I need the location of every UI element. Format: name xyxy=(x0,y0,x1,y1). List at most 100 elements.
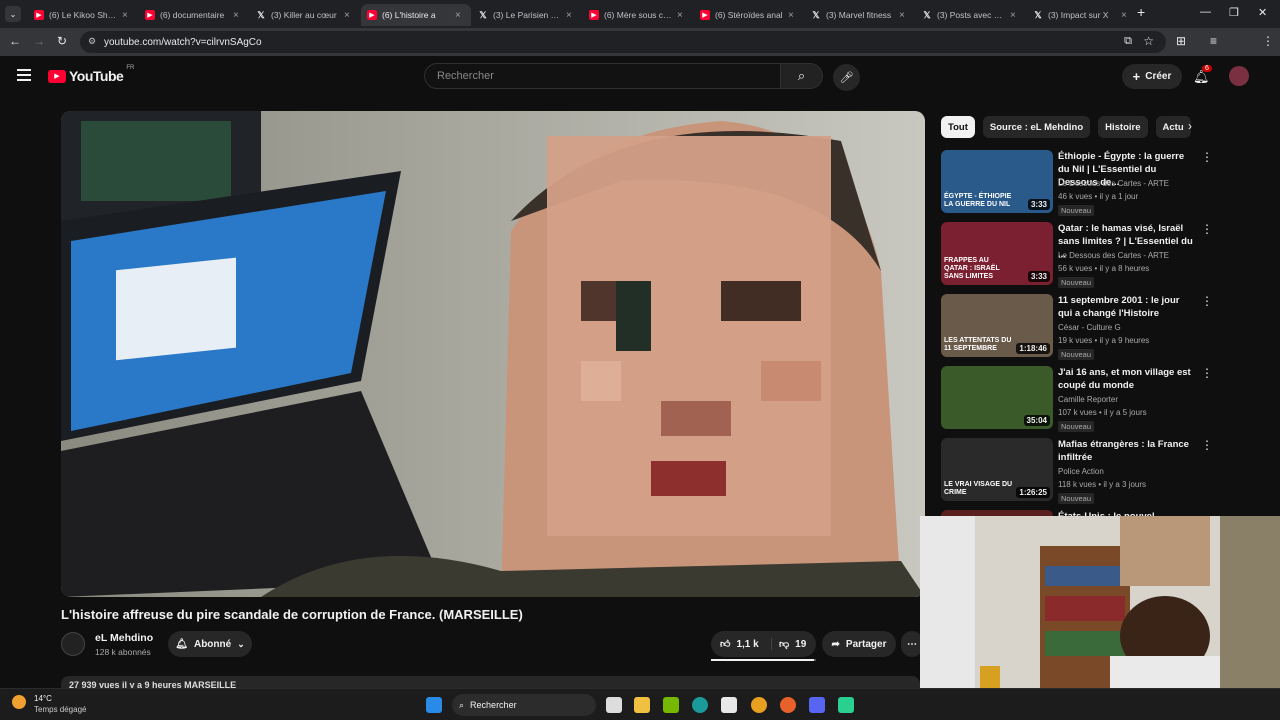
close-tab-icon[interactable]: × xyxy=(233,10,243,21)
description-preview: 27 939 vues il y a 9 heures MARSEILLE xyxy=(69,680,237,688)
browser-tab[interactable]: 𝕏 (3) Marvel fitness × xyxy=(805,4,915,26)
subscribed-button[interactable]: 🔔︎ Abonné ⌄ xyxy=(168,631,252,657)
url-text: youtube.com/watch?v=cilrvnSAgCo xyxy=(104,36,262,48)
store-icon[interactable] xyxy=(721,697,737,713)
file-explorer-icon[interactable] xyxy=(634,697,650,713)
browser-tab[interactable]: ▶ (6) L'histoire a × xyxy=(361,4,471,26)
media-control-icon[interactable]: ≡ xyxy=(1210,34,1217,48)
chrome-icon[interactable] xyxy=(751,697,767,713)
close-tab-icon[interactable]: × xyxy=(1121,10,1131,21)
youtube-logo[interactable]: ▶ YouTube FR xyxy=(48,65,134,84)
hamburger-menu-icon[interactable] xyxy=(17,69,31,81)
firefox-icon[interactable] xyxy=(780,697,796,713)
plus-icon: + xyxy=(1132,69,1141,84)
back-icon[interactable]: ← xyxy=(9,34,21,48)
close-tab-icon[interactable]: × xyxy=(455,10,465,21)
filter-chip[interactable]: Source : eL Mehdino xyxy=(982,116,1091,138)
weather-temperature[interactable]: 14°C xyxy=(34,694,52,703)
bookmark-star-icon[interactable]: ☆ xyxy=(1143,34,1154,48)
tab-search-button[interactable]: ⌄ xyxy=(5,6,21,22)
account-avatar[interactable] xyxy=(1229,66,1249,86)
browser-tab[interactable]: ▶ (6) Le Kikoo Show × xyxy=(28,4,138,26)
browser-tab[interactable]: 𝕏 (3) Impact sur X × xyxy=(1027,4,1137,26)
new-tab-button[interactable]: + xyxy=(1137,4,1145,20)
youtube-play-icon: ▶ xyxy=(48,69,66,83)
close-tab-icon[interactable]: × xyxy=(899,10,909,21)
filter-chip[interactable]: Histoire xyxy=(1098,116,1148,138)
close-tab-icon[interactable]: × xyxy=(122,10,132,21)
x-icon: 𝕏 xyxy=(257,9,265,20)
filter-chips: Tout Source : eL Mehdino Histoire Actu xyxy=(941,116,1191,138)
recommended-video[interactable]: ÉGYPTE - ÉTHIOPIE LA GUERRE DU NIL 3:33 Ét… xyxy=(941,150,1213,216)
search-placeholder: Rechercher xyxy=(437,70,494,82)
video-thumbnail[interactable]: 35:04 xyxy=(941,366,1053,429)
close-tab-icon[interactable]: × xyxy=(344,10,354,21)
video-thumbnail[interactable]: LE VRAI VISAGE DU CRIME 1:26:25 xyxy=(941,438,1053,501)
browser-tab[interactable]: ▶ (6) Stéroïdes anal × xyxy=(694,4,804,26)
start-button[interactable] xyxy=(426,697,442,713)
recommended-video[interactable]: 35:04 J'ai 16 ans, et mon village est cou… xyxy=(941,366,1213,432)
more-icon[interactable]: ⋮ xyxy=(1201,222,1213,236)
youtube-icon: ▶ xyxy=(589,10,599,20)
more-icon[interactable]: ⋮ xyxy=(1201,150,1213,164)
video-card-title: Mafias étrangères : la France infiltrée xyxy=(1058,439,1189,463)
share-button[interactable]: ➦ Partager xyxy=(822,631,896,657)
browser-tab[interactable]: ▶ (6) documentaire × xyxy=(139,4,249,26)
extensions-icon[interactable]: ⊞ xyxy=(1176,34,1186,48)
reload-icon[interactable]: ↻ xyxy=(57,34,67,48)
taskbar-search[interactable]: ⌕ Rechercher xyxy=(452,694,596,716)
video-thumbnail[interactable]: LES ATTENTATS DU 11 SEPTEMBRE 1:18:46 xyxy=(941,294,1053,357)
subscriber-count: 128 k abonnés xyxy=(95,647,151,657)
close-tab-icon[interactable]: × xyxy=(677,10,687,21)
url-field[interactable]: ⚙ youtube.com/watch?v=cilrvnSAgCo ⧉ ☆ xyxy=(80,31,1166,53)
recommended-video[interactable]: FRAPPES AU QATAR : ISRAËL SANS LIMITES 3:… xyxy=(941,222,1213,288)
browser-tab[interactable]: 𝕏 (3) Posts avec rép × xyxy=(916,4,1026,26)
task-view-icon[interactable] xyxy=(606,697,622,713)
video-card-channel: Le Dessous des Cartes - ARTE xyxy=(1058,179,1170,188)
video-thumbnail[interactable]: FRAPPES AU QATAR : ISRAËL SANS LIMITES 3:… xyxy=(941,222,1053,285)
video-card-title: 11 septembre 2001 : le jour qui a changé… xyxy=(1058,295,1180,319)
filter-chip[interactable]: Actu xyxy=(1155,116,1191,138)
app-icon[interactable] xyxy=(838,697,854,713)
forward-icon[interactable]: → xyxy=(33,34,45,48)
close-tab-icon[interactable]: × xyxy=(566,10,576,21)
more-icon[interactable]: ⋮ xyxy=(1201,366,1213,380)
more-icon[interactable]: ⋮ xyxy=(1201,438,1213,452)
site-info-icon[interactable]: ⚙ xyxy=(88,36,96,47)
edge-icon[interactable] xyxy=(692,697,708,713)
minimize-button[interactable]: — xyxy=(1200,6,1211,18)
browser-menu-icon[interactable]: ⋮ xyxy=(1262,34,1274,48)
chips-next-icon[interactable]: › xyxy=(1188,119,1192,133)
maximize-button[interactable]: ❐ xyxy=(1229,6,1239,19)
channel-avatar[interactable] xyxy=(61,632,85,656)
recommended-video[interactable]: LES ATTENTATS DU 11 SEPTEMBRE 1:18:46 11 s… xyxy=(941,294,1213,360)
video-thumbnail[interactable]: ÉGYPTE - ÉTHIOPIE LA GUERRE DU NIL 3:33 xyxy=(941,150,1053,213)
close-window-button[interactable]: ✕ xyxy=(1258,6,1267,19)
close-tab-icon[interactable]: × xyxy=(1010,10,1020,21)
nvidia-icon[interactable] xyxy=(663,697,679,713)
video-card-channel: Camille Reporter xyxy=(1058,395,1119,404)
search-input[interactable]: Rechercher xyxy=(424,63,781,89)
notifications-button[interactable]: 🔔︎ 6 xyxy=(1193,65,1212,85)
like-button[interactable]: 👍︎ 1,1 k xyxy=(711,638,772,650)
close-tab-icon[interactable]: × xyxy=(788,10,798,21)
filter-chip[interactable]: Tout xyxy=(941,116,975,138)
voice-search-button[interactable]: 🎤︎ xyxy=(833,64,860,91)
create-label: Créer xyxy=(1145,71,1172,82)
description-box[interactable]: 27 939 vues il y a 9 heures MARSEILLE xyxy=(61,676,920,688)
dislike-button[interactable]: 👎︎ 19 xyxy=(772,638,806,651)
create-button[interactable]: + Créer xyxy=(1122,64,1182,89)
browser-tab[interactable]: 𝕏 (3) Killer au cœur × xyxy=(250,4,360,26)
thumbs-down-icon: 👎︎ xyxy=(779,639,790,650)
recommended-video[interactable]: LE VRAI VISAGE DU CRIME 1:26:25 Mafias étr… xyxy=(941,438,1213,504)
channel-name[interactable]: eL Mehdino xyxy=(95,632,153,644)
webcam-overlay xyxy=(920,516,1280,688)
install-icon[interactable]: ⧉ xyxy=(1124,35,1132,48)
discord-icon[interactable] xyxy=(809,697,825,713)
browser-tab[interactable]: 𝕏 (3) Le Parisien sur × xyxy=(472,4,582,26)
more-icon[interactable]: ⋮ xyxy=(1201,294,1213,308)
browser-tab[interactable]: ▶ (6) Mère sous con × xyxy=(583,4,693,26)
search-button[interactable]: ⌕ xyxy=(781,63,823,89)
video-player[interactable] xyxy=(61,111,925,597)
video-duration: 3:33 xyxy=(1027,199,1050,210)
